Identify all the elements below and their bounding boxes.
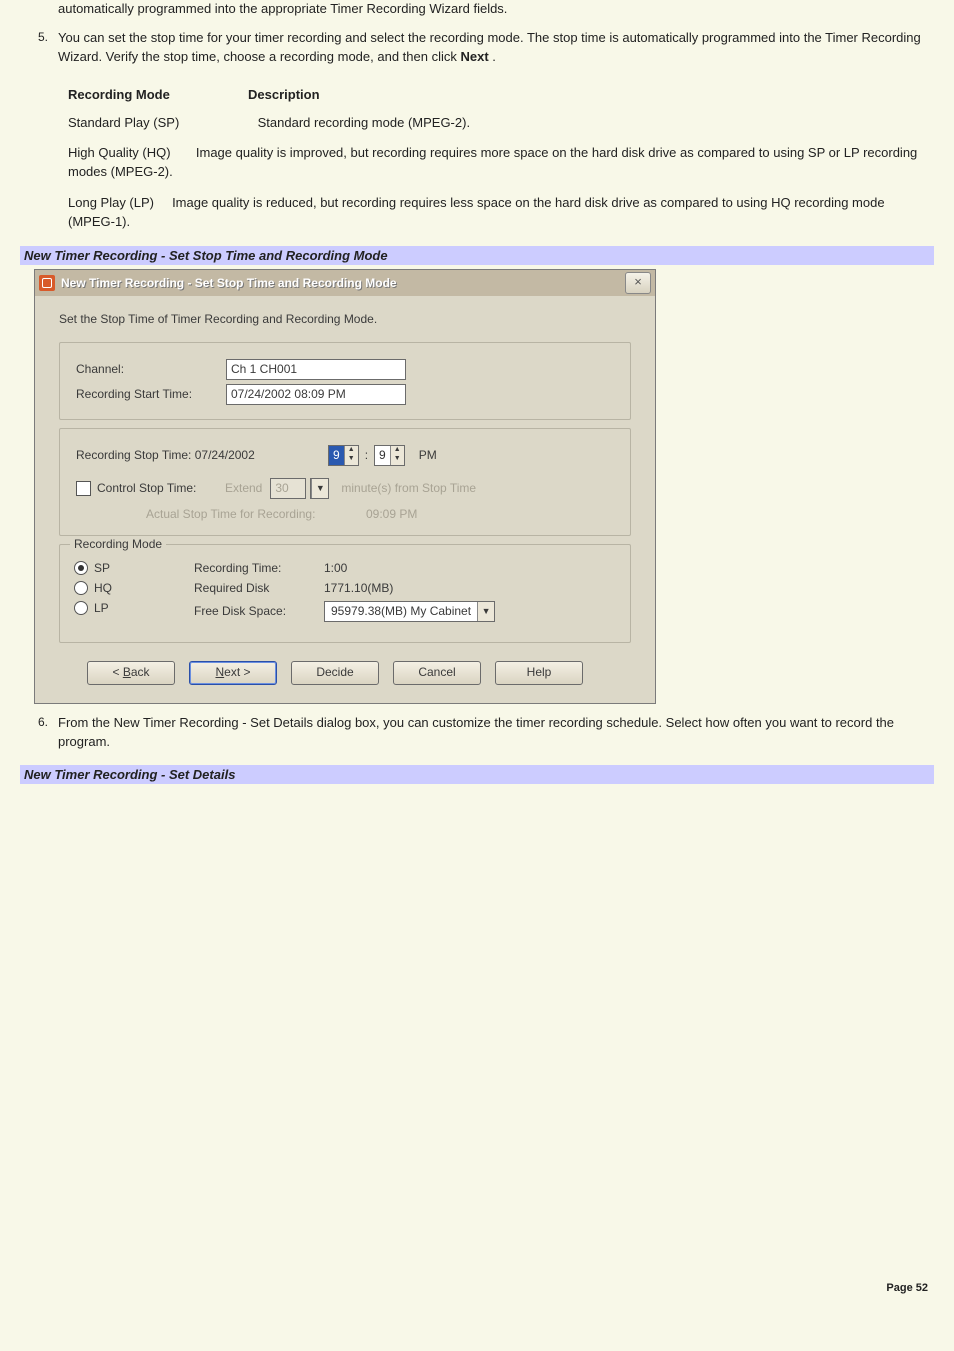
required-disk-value: 1771.10(MB)	[324, 581, 393, 595]
step-6-text: From the New Timer Recording - Set Detai…	[58, 715, 894, 749]
subhead-stop-time: New Timer Recording - Set Stop Time and …	[20, 246, 934, 265]
chevron-up-icon[interactable]: ▲	[344, 446, 358, 456]
channel-input[interactable]: Ch 1 CH001	[226, 359, 406, 380]
fieldset-recording-mode: Recording Mode SP HQ LP	[59, 544, 631, 643]
radio-hq[interactable]	[74, 581, 88, 595]
start-time-label: Recording Start Time:	[76, 387, 226, 401]
radio-sp-row[interactable]: SP	[74, 561, 194, 575]
radio-lp-label: LP	[94, 601, 109, 615]
chevron-down-icon[interactable]: ▼	[477, 602, 494, 621]
extend-dropdown: ▼	[310, 478, 329, 499]
chevron-up-icon[interactable]: ▲	[390, 446, 404, 456]
page-number: Page 52	[886, 1282, 928, 1294]
extend-label: Extend	[225, 481, 262, 495]
step-5-number: 5.	[38, 29, 48, 46]
stop-hour-value: 9	[329, 446, 344, 465]
extend-value-input: 30	[270, 478, 306, 499]
next-button[interactable]: Next >	[189, 661, 277, 685]
step-5-text-c: .	[492, 49, 496, 64]
dialog-titlebar: New Timer Recording - Set Stop Time and …	[35, 270, 655, 296]
step-5-next: Next	[460, 49, 488, 64]
stop-min-value: 9	[375, 446, 390, 465]
chevron-down-icon: ▼	[311, 479, 328, 498]
radio-sp[interactable]	[74, 561, 88, 575]
free-disk-label: Free Disk Space:	[194, 604, 324, 618]
panel-channel-start: Channel: Ch 1 CH001 Recording Start Time…	[59, 342, 631, 420]
recording-time-value: 1:00	[324, 561, 347, 575]
radio-lp-row[interactable]: LP	[74, 601, 194, 615]
radio-sp-label: SP	[94, 561, 110, 575]
subhead-set-details: New Timer Recording - Set Details	[20, 765, 934, 784]
mode-table-head: Recording Mode Description	[68, 87, 934, 102]
mode-row-hq: High Quality (HQ) Image quality is impro…	[68, 144, 934, 182]
mode-hq-name: High Quality (HQ)	[68, 145, 171, 160]
stop-ampm: PM	[419, 448, 437, 462]
panel-stop-time: Recording Stop Time: 07/24/2002 9 ▲▼ : 9…	[59, 428, 631, 536]
th-recording-mode: Recording Mode	[68, 87, 248, 102]
actual-stop-value: 09:09 PM	[366, 507, 417, 521]
mode-lp-name: Long Play (LP)	[68, 195, 154, 210]
lead-para: automatically programmed into the approp…	[58, 0, 934, 19]
close-icon[interactable]: ×	[625, 272, 651, 294]
control-stop-time-label: Control Stop Time:	[97, 481, 225, 495]
extend-tail: minute(s) from Stop Time	[341, 481, 476, 495]
time-sep: :	[365, 448, 368, 462]
mode-hq-desc: Image quality is improved, but recording…	[68, 145, 917, 179]
channel-label: Channel:	[76, 362, 226, 376]
dialog-set-stop-time: New Timer Recording - Set Stop Time and …	[34, 269, 656, 704]
step-5: 5. You can set the stop time for your ti…	[58, 29, 934, 67]
mode-row-lp: Long Play (LP) Image quality is reduced,…	[68, 194, 934, 232]
mode-row-sp: Standard Play (SP) Standard recording mo…	[68, 114, 934, 133]
required-disk-label: Required Disk	[194, 581, 324, 595]
dialog-button-row: < Back Next > Decide Cancel Help	[59, 643, 631, 685]
free-disk-value: 95979.38(MB) My Cabinet	[325, 602, 477, 621]
mode-sp-name: Standard Play (SP)	[68, 114, 254, 133]
stop-time-label: Recording Stop Time: 07/24/2002	[76, 448, 328, 462]
step-6: 6. From the New Timer Recording - Set De…	[58, 714, 934, 752]
cancel-button[interactable]: Cancel	[393, 661, 481, 685]
step-6-number: 6.	[38, 714, 48, 731]
mode-lp-desc: Image quality is reduced, but recording …	[68, 195, 885, 229]
step-5-text-a: You can set the stop time for your timer…	[58, 30, 921, 64]
stop-hour-spin[interactable]: 9 ▲▼	[328, 445, 359, 466]
free-disk-dropdown[interactable]: 95979.38(MB) My Cabinet ▼	[324, 601, 495, 622]
radio-hq-row[interactable]: HQ	[74, 581, 194, 595]
recording-mode-legend: Recording Mode	[70, 537, 166, 551]
recording-time-label: Recording Time:	[194, 561, 324, 575]
th-description: Description	[248, 87, 320, 102]
start-time-input[interactable]: 07/24/2002 08:09 PM	[226, 384, 406, 405]
control-stop-time-checkbox[interactable]	[76, 481, 91, 496]
mode-sp-desc: Standard recording mode (MPEG-2).	[258, 115, 470, 130]
chevron-down-icon[interactable]: ▼	[344, 455, 358, 465]
help-button[interactable]: Help	[495, 661, 583, 685]
actual-stop-label: Actual Stop Time for Recording:	[146, 507, 366, 521]
app-icon	[39, 275, 55, 291]
radio-lp[interactable]	[74, 601, 88, 615]
dialog-title: New Timer Recording - Set Stop Time and …	[61, 276, 625, 290]
chevron-down-icon[interactable]: ▼	[390, 455, 404, 465]
dialog-instruction: Set the Stop Time of Timer Recording and…	[59, 312, 631, 326]
decide-button[interactable]: Decide	[291, 661, 379, 685]
back-button[interactable]: < Back	[87, 661, 175, 685]
radio-hq-label: HQ	[94, 581, 112, 595]
stop-min-spin[interactable]: 9 ▲▼	[374, 445, 405, 466]
